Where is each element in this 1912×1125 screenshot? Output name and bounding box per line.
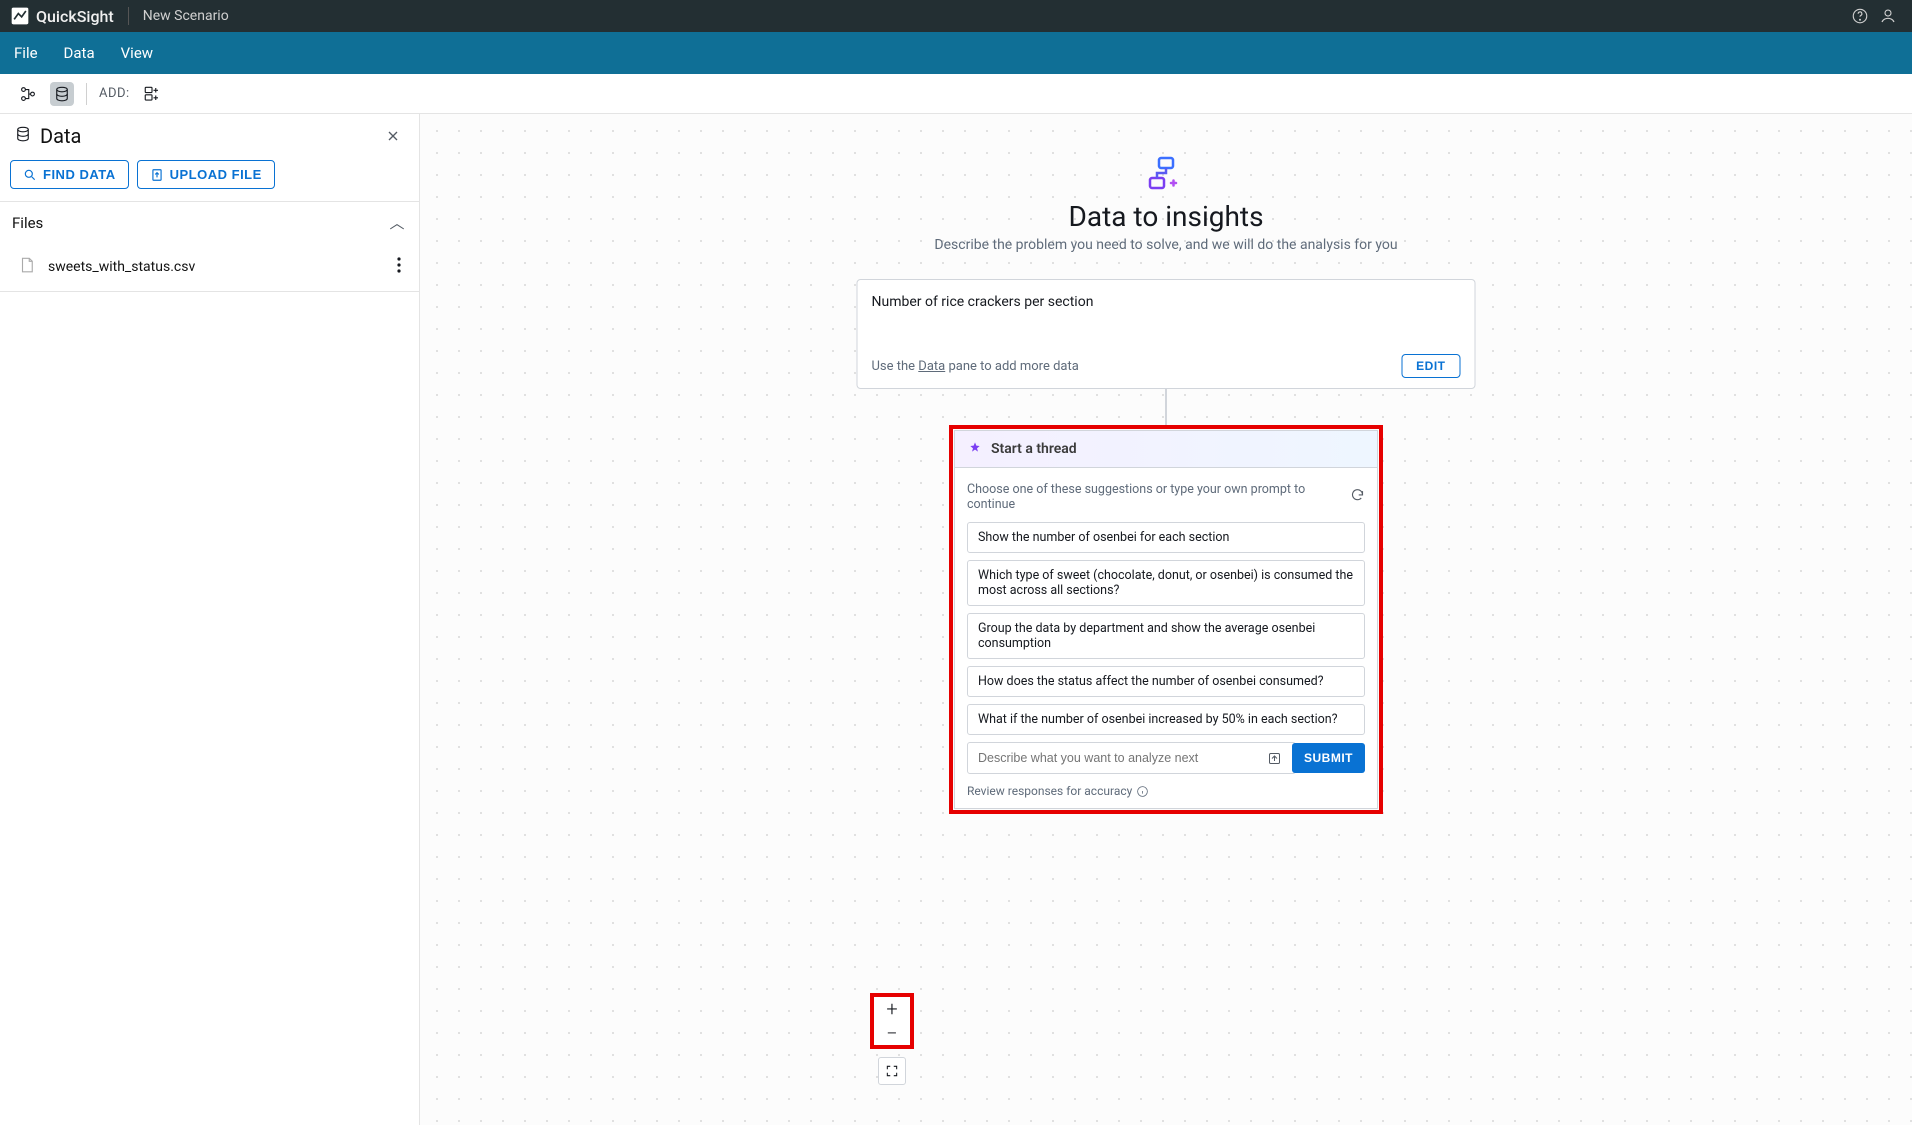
- thread-panel: Start a thread Choose one of these sugge…: [954, 430, 1378, 809]
- refresh-suggestions-button[interactable]: [1350, 488, 1365, 507]
- hero-title: Data to insights: [816, 200, 1516, 233]
- add-label: ADD:: [99, 86, 130, 101]
- zoom-out-button[interactable]: −: [874, 1021, 910, 1045]
- prompt-input[interactable]: [967, 742, 1296, 774]
- file-name: sweets_with_status.csv: [48, 259, 381, 275]
- question-card: Number of rice crackers per section Use …: [857, 279, 1476, 389]
- card-hint: Use the Data pane to add more data: [872, 359, 1079, 374]
- hero: Data to insights Describe the problem yo…: [816, 154, 1516, 253]
- scenario-title: New Scenario: [143, 8, 229, 24]
- product-name: QuickSight: [36, 7, 114, 26]
- fit-screen-button[interactable]: [878, 1057, 906, 1085]
- data-link[interactable]: Data: [918, 359, 945, 374]
- hero-subtitle: Describe the problem you need to solve, …: [816, 237, 1516, 253]
- thread-choose-hint: Choose one of these suggestions or type …: [967, 482, 1350, 512]
- zoom-controls: + −: [870, 993, 914, 1085]
- sidebar: Data FIND DATA UPLOAD FILE Files ︿ sweet…: [0, 114, 420, 1125]
- upload-file-label: UPLOAD FILE: [170, 167, 262, 182]
- menu-view[interactable]: View: [121, 44, 153, 62]
- suggestion-item[interactable]: Which type of sweet (chocolate, donut, o…: [967, 560, 1365, 606]
- data-view-icon[interactable]: [50, 82, 74, 106]
- tree-view-icon[interactable]: [16, 82, 40, 106]
- zoom-in-button[interactable]: +: [874, 997, 910, 1021]
- files-header-label: Files: [12, 214, 43, 232]
- suggestion-item[interactable]: Show the number of osenbei for each sect…: [967, 522, 1365, 553]
- thread-title: Start a thread: [991, 441, 1077, 457]
- suggestion-item[interactable]: What if the number of osenbei increased …: [967, 704, 1365, 735]
- hero-icon: [816, 154, 1516, 194]
- find-data-label: FIND DATA: [43, 167, 116, 182]
- sidebar-header: Data: [0, 114, 419, 154]
- topbar: QuickSight New Scenario: [0, 0, 1912, 32]
- help-button[interactable]: [1846, 2, 1874, 30]
- menubar: File Data View: [0, 32, 1912, 74]
- file-row[interactable]: sweets_with_status.csv: [0, 243, 419, 292]
- files-header[interactable]: Files ︿: [0, 201, 419, 243]
- suggestion-item[interactable]: Group the data by department and show th…: [967, 613, 1365, 659]
- find-data-button[interactable]: FIND DATA: [10, 160, 129, 189]
- menu-data[interactable]: Data: [64, 44, 95, 62]
- add-block-icon[interactable]: [140, 82, 164, 106]
- question-text: Number of rice crackers per section: [872, 294, 1461, 310]
- attach-button[interactable]: [1264, 748, 1284, 768]
- topbar-divider: [128, 7, 129, 25]
- file-icon: [18, 255, 36, 279]
- thread-header: Start a thread: [954, 430, 1378, 467]
- canvas[interactable]: Data to insights Describe the problem yo…: [420, 114, 1912, 1125]
- sidebar-title: Data: [40, 124, 81, 148]
- submit-button[interactable]: SUBMIT: [1292, 743, 1365, 773]
- logo: QuickSight: [10, 6, 114, 26]
- chevron-up-icon[interactable]: ︿: [387, 212, 407, 233]
- menu-file[interactable]: File: [14, 44, 38, 62]
- file-more-button[interactable]: [393, 253, 405, 281]
- profile-button[interactable]: [1874, 2, 1902, 30]
- close-sidebar-button[interactable]: [381, 124, 405, 148]
- review-note: Review responses for accuracy: [967, 784, 1365, 798]
- connector-line: [1165, 389, 1167, 429]
- suggestion-item[interactable]: How does the status affect the number of…: [967, 666, 1365, 697]
- quicksight-logo-icon: [10, 6, 30, 26]
- toolbar-separator: [86, 83, 87, 105]
- info-icon: [1136, 785, 1149, 798]
- database-icon: [14, 125, 32, 147]
- upload-file-button[interactable]: UPLOAD FILE: [137, 160, 275, 189]
- toolbar: ADD:: [0, 74, 1912, 114]
- thread-body: Choose one of these suggestions or type …: [954, 467, 1378, 809]
- edit-button[interactable]: EDIT: [1401, 354, 1460, 378]
